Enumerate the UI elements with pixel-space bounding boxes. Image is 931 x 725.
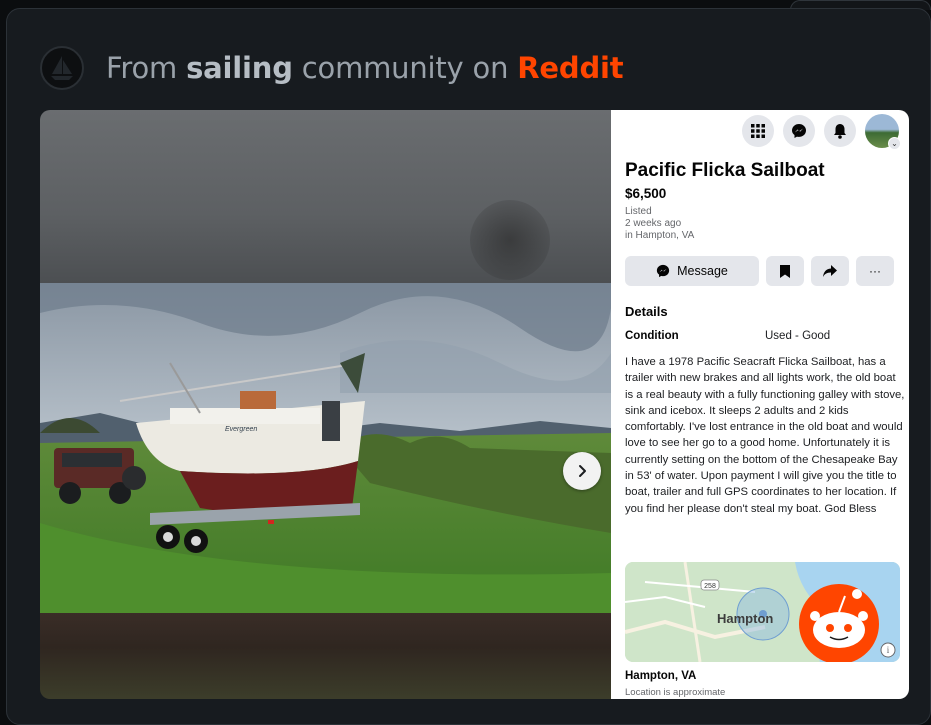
listed-label: Listed: [625, 206, 652, 217]
map-graphic: 258 Hampton i: [625, 562, 900, 662]
embed-source-text: From sailing community on Reddit: [106, 51, 624, 85]
messenger-icon: [792, 124, 806, 138]
boat-photo-scene: Evergreen: [40, 283, 611, 613]
location-map[interactable]: 258 Hampton i: [625, 562, 900, 662]
message-button[interactable]: Message: [625, 256, 759, 286]
messenger-button[interactable]: [783, 115, 815, 147]
snoo-icon: [799, 584, 879, 662]
listing-price: $6,500: [625, 186, 667, 201]
share-icon: [823, 265, 837, 277]
post-screenshot: Evergreen ⌄ Pacific Flicka Sailboat $6,5…: [40, 110, 909, 699]
more-options-button[interactable]: ···: [856, 256, 894, 286]
bookmark-icon: [780, 264, 790, 278]
route-shield-label: 258: [704, 583, 716, 590]
community-avatar[interactable]: [40, 46, 84, 90]
listing-meta: Listed 2 weeks ago in Hampton, VA: [625, 206, 694, 242]
listing-actions: Message ···: [625, 256, 894, 286]
chevron-right-icon: [579, 465, 586, 477]
facebook-topbar: ⌄: [742, 114, 901, 150]
community-link[interactable]: sailing: [186, 51, 293, 85]
boat-name-text: Evergreen: [225, 426, 257, 433]
listing-details-panel: ⌄ Pacific Flicka Sailboat $6,500 Listed …: [611, 110, 909, 699]
listing-description: I have a 1978 Pacific Seacraft Flicka Sa…: [625, 356, 905, 515]
chevron-down-icon: ⌄: [888, 137, 901, 150]
profile-avatar[interactable]: ⌄: [865, 114, 901, 150]
location-text: Hampton, VA: [625, 670, 697, 682]
map-city-label: Hampton: [717, 611, 773, 626]
details-heading: Details: [625, 304, 668, 319]
condition-label: Condition: [625, 330, 679, 342]
bell-icon: [834, 124, 846, 139]
more-icon: ···: [869, 264, 881, 278]
header-prefix: From: [106, 51, 178, 85]
listed-where[interactable]: in Hampton, VA: [625, 230, 694, 242]
share-button[interactable]: [811, 256, 849, 286]
notifications-button[interactable]: [824, 115, 856, 147]
apps-grid-icon: [751, 124, 765, 138]
messenger-icon: [657, 264, 670, 278]
header-middle: community on: [301, 51, 509, 85]
location-note: Location is approximate: [625, 687, 726, 698]
sailboat-icon: [51, 56, 73, 80]
listing-photo: Evergreen: [40, 110, 611, 699]
save-button[interactable]: [766, 256, 804, 286]
menu-button[interactable]: [742, 115, 774, 147]
reddit-link[interactable]: Reddit: [517, 51, 623, 85]
blurred-backdrop-top: [40, 110, 611, 283]
next-photo-button[interactable]: [563, 452, 601, 490]
blurred-backdrop-bottom: [40, 613, 611, 699]
listed-when: 2 weeks ago: [625, 218, 682, 229]
listing-title: Pacific Flicka Sailboat: [625, 160, 825, 181]
embed-header: From sailing community on Reddit: [40, 46, 624, 90]
message-label: Message: [677, 264, 728, 278]
condition-value: Used - Good: [765, 330, 831, 342]
